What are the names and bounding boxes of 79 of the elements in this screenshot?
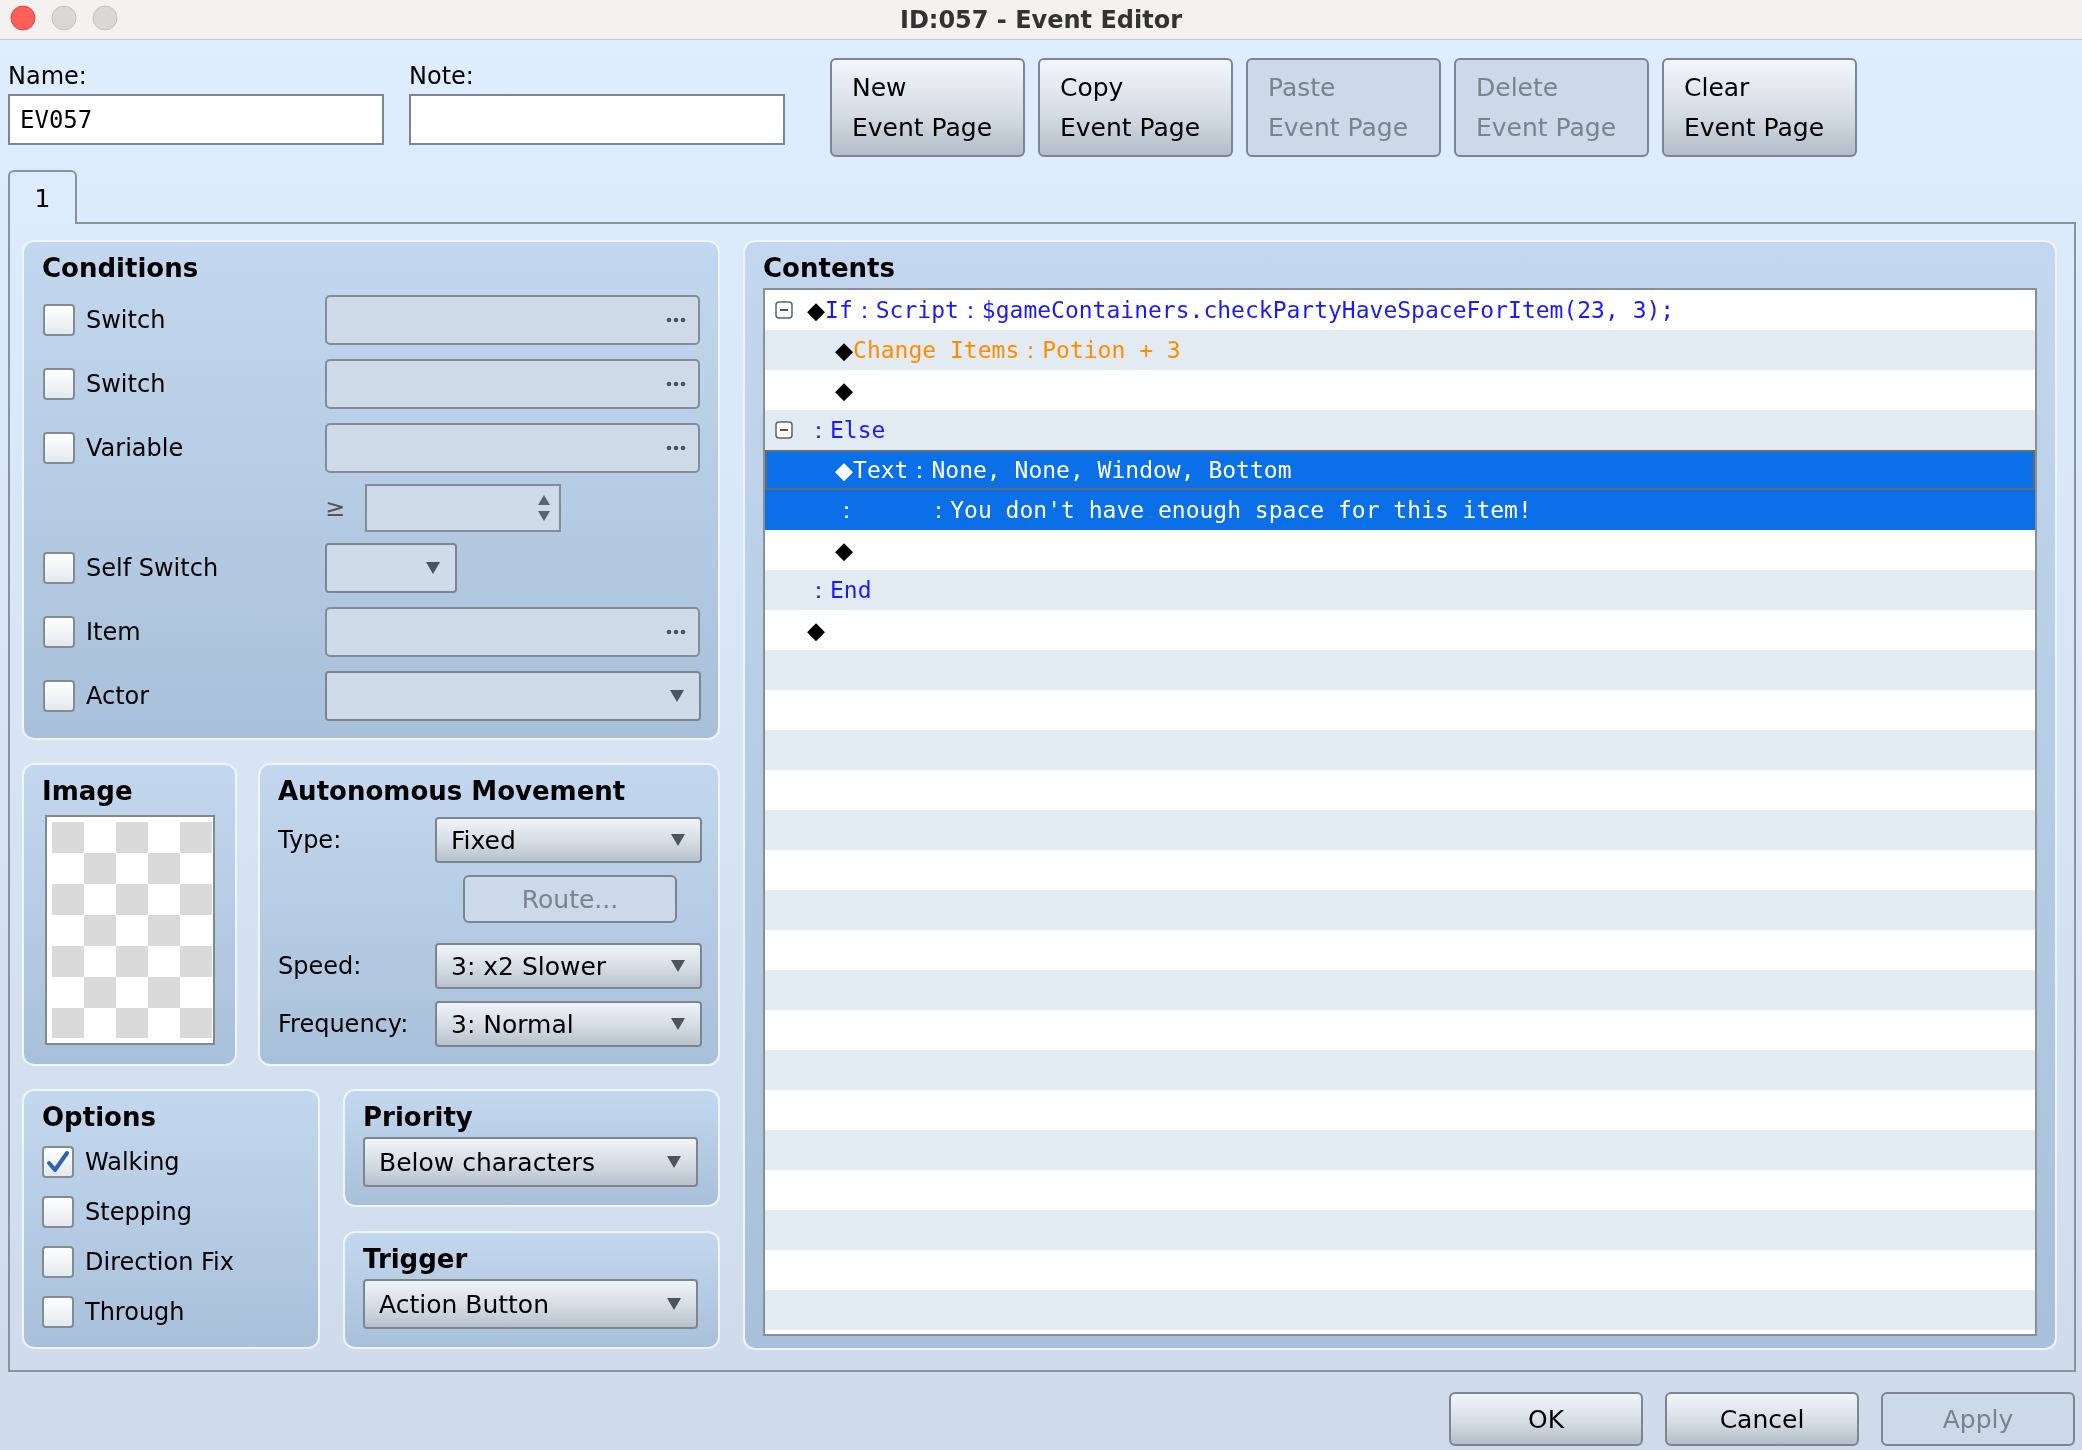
panel-title: Conditions: [42, 252, 199, 285]
caret-icon: [669, 689, 685, 703]
caret-icon: [670, 1017, 686, 1031]
field-label: Note:: [409, 61, 474, 92]
field-label: Frequency:: [278, 1010, 410, 1038]
note-field[interactable]: [409, 94, 785, 145]
checkbox-label: Item: [86, 618, 141, 646]
page-tab[interactable]: 1: [8, 170, 77, 224]
field-label: Type:: [278, 826, 343, 854]
command-text: ：End: [807, 575, 872, 605]
ellipsis-icon: [666, 317, 686, 323]
page-button[interactable]: Clear Event Page: [1662, 58, 1857, 157]
ellipsis-icon: [666, 629, 686, 635]
checkbox-label: Switch: [86, 306, 166, 334]
checkbox-label: Walking: [85, 1148, 180, 1176]
checkbox[interactable]: [42, 1246, 74, 1278]
command-row[interactable]: ◆: [765, 610, 2035, 650]
page-button[interactable]: Copy Event Page: [1038, 58, 1233, 157]
panel-title: Image: [42, 775, 133, 808]
minimize-icon[interactable]: [51, 5, 77, 31]
command-text: ：Else: [807, 415, 886, 445]
dropdown[interactable]: Below characters: [363, 1137, 698, 1187]
command-row[interactable]: ：End: [765, 570, 2035, 610]
command-row[interactable]: ：Else: [765, 410, 2035, 450]
command-marker: ◆: [835, 331, 854, 369]
caret-icon: [670, 833, 686, 847]
checkbox-label: Self Switch: [86, 554, 219, 582]
command-marker: ◆: [807, 611, 826, 649]
dialog-button[interactable]: OK: [1449, 1392, 1643, 1446]
command-marker: ◆: [807, 291, 826, 329]
checkbox-label: Stepping: [85, 1198, 192, 1226]
command-row[interactable]: ◆Change Items：Potion + 3: [765, 330, 2035, 370]
command-list[interactable]: ◆If：Script：$gameContainers.checkPartyHaveSpaceForItem(23, 3); ◆Change Items：Potion + 3 ◆ ：Else ◆Text：None, None, Window, Bottom ： ：You don't have enough space for this item! ◆ ：End ◆: [763, 288, 2037, 1336]
caret-icon: [666, 1297, 682, 1311]
command-row[interactable]: ◆: [765, 530, 2035, 570]
panel-title: Options: [42, 1101, 156, 1134]
command-text: If：Script：$gameContainers.checkPartyHaveSpaceForItem(23, 3);: [825, 295, 1675, 325]
collapse-icon[interactable]: [775, 421, 793, 439]
checkbox-label: Direction Fix: [85, 1248, 234, 1276]
window-title: ID:057 - Event Editor: [899, 5, 1182, 34]
caret-icon: [670, 959, 686, 973]
dropdown[interactable]: Action Button: [363, 1279, 698, 1329]
checkbox-label: Actor: [86, 682, 150, 710]
panel-title: Contents: [763, 252, 895, 285]
collapse-icon[interactable]: [775, 301, 793, 319]
ellipsis-icon: [666, 381, 686, 387]
panel-title: Priority: [363, 1101, 473, 1134]
field-label: Speed:: [278, 952, 363, 980]
dropdown[interactable]: Fixed: [435, 817, 702, 863]
page-button[interactable]: New Event Page: [830, 58, 1025, 157]
operator-label: ≥: [325, 494, 347, 522]
caret-icon: [666, 1155, 682, 1169]
ellipsis-icon: [666, 445, 686, 451]
zoom-icon[interactable]: [92, 5, 118, 31]
command-text: Change Items：Potion + 3: [853, 335, 1181, 365]
checkbox[interactable]: [42, 1196, 74, 1228]
command-row[interactable]: ： ：You don't have enough space for this item!: [765, 490, 2035, 530]
command-marker: ◆: [835, 451, 854, 489]
caret-icon: [425, 561, 441, 575]
dropdown[interactable]: 3: x2 Slower: [435, 943, 702, 989]
dropdown[interactable]: 3: Normal: [435, 1001, 702, 1047]
checkbox-label: Switch: [86, 370, 166, 398]
checkbox-label: Variable: [86, 434, 184, 462]
command-marker: ◆: [835, 371, 854, 409]
command-row[interactable]: ◆If：Script：$gameContainers.checkPartyHaveSpaceForItem(23, 3);: [765, 290, 2035, 330]
dialog-button[interactable]: Cancel: [1665, 1392, 1859, 1446]
panel-title: Trigger: [363, 1243, 468, 1276]
panel-title: Autonomous Movement: [278, 775, 626, 808]
field-label: Name:: [8, 61, 87, 92]
checkbox[interactable]: [42, 1146, 74, 1178]
name-field[interactable]: EV057: [8, 94, 384, 145]
checkbox[interactable]: [42, 1296, 74, 1328]
checkbox-label: Through: [85, 1298, 185, 1326]
command-marker: ◆: [835, 531, 854, 569]
command-row[interactable]: ◆Text：None, None, Window, Bottom: [765, 450, 2035, 490]
command-row[interactable]: ◆: [765, 370, 2035, 410]
close-icon[interactable]: [10, 5, 36, 31]
command-text: ： ：You don't have enough space for this item!: [835, 495, 1532, 525]
command-text: Text：None, None, Window, Bottom: [853, 455, 1292, 485]
